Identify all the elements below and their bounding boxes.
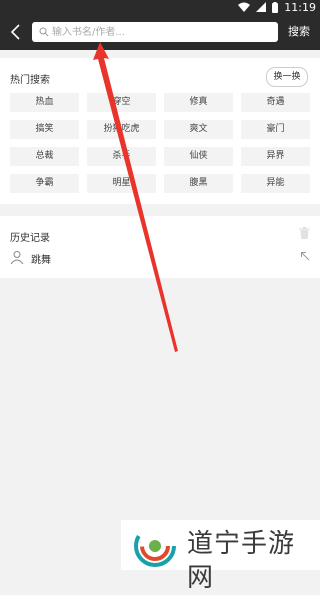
hot-search-section: 热门搜索 换一换 热血 穿空 修真 奇遇 搞笑 扮猪吃虎 爽文 豪门 总裁 杀手… xyxy=(0,58,320,204)
hot-tag[interactable]: 穿空 xyxy=(87,93,156,112)
user-icon xyxy=(10,251,24,264)
hot-tag[interactable]: 爽文 xyxy=(164,120,233,139)
hot-tag[interactable]: 修真 xyxy=(164,93,233,112)
hot-tag[interactable]: 杀手 xyxy=(87,147,156,166)
back-chevron-icon[interactable] xyxy=(6,22,26,42)
hot-tag[interactable]: 异界 xyxy=(241,147,310,166)
search-input[interactable] xyxy=(52,22,272,42)
site-logo-icon xyxy=(134,525,176,567)
hot-tag[interactable]: 热血 xyxy=(10,93,79,112)
status-bar: 11:19 xyxy=(0,0,320,14)
hot-tag[interactable]: 豪门 xyxy=(241,120,310,139)
refresh-button[interactable]: 换一换 xyxy=(266,67,308,87)
hot-tag[interactable]: 明星 xyxy=(87,174,156,193)
hot-tag[interactable]: 腹黑 xyxy=(164,174,233,193)
status-time: 11:19 xyxy=(284,0,316,14)
wifi-icon xyxy=(238,2,251,12)
hot-tag[interactable]: 搞笑 xyxy=(10,120,79,139)
hot-tag[interactable]: 总裁 xyxy=(10,147,79,166)
history-title: 历史记录 xyxy=(10,233,50,244)
hot-tag[interactable]: 争霸 xyxy=(10,174,79,193)
signal-icon xyxy=(256,2,267,12)
watermark: 道宁手游网 xyxy=(121,520,320,593)
history-item[interactable]: 跳舞 xyxy=(0,246,320,270)
hot-search-title: 热门搜索 xyxy=(10,75,50,86)
search-box[interactable] xyxy=(32,22,278,42)
trash-icon[interactable] xyxy=(299,227,310,239)
battery-icon xyxy=(272,1,279,13)
hot-tag[interactable]: 仙侠 xyxy=(164,147,233,166)
hot-tag[interactable]: 扮猪吃虎 xyxy=(87,120,156,139)
history-item-text: 跳舞 xyxy=(31,255,51,266)
hot-tag[interactable]: 奇遇 xyxy=(241,93,310,112)
app-bar: 搜索 xyxy=(0,14,320,50)
history-section: 历史记录 跳舞 xyxy=(0,216,320,278)
search-button[interactable]: 搜索 xyxy=(288,22,310,42)
status-icons: 11:19 xyxy=(238,0,316,14)
arrow-up-left-icon[interactable] xyxy=(300,251,310,261)
hot-tag[interactable]: 异能 xyxy=(241,174,310,193)
watermark-text: 道宁手游网 xyxy=(187,529,296,593)
search-icon xyxy=(39,27,49,37)
